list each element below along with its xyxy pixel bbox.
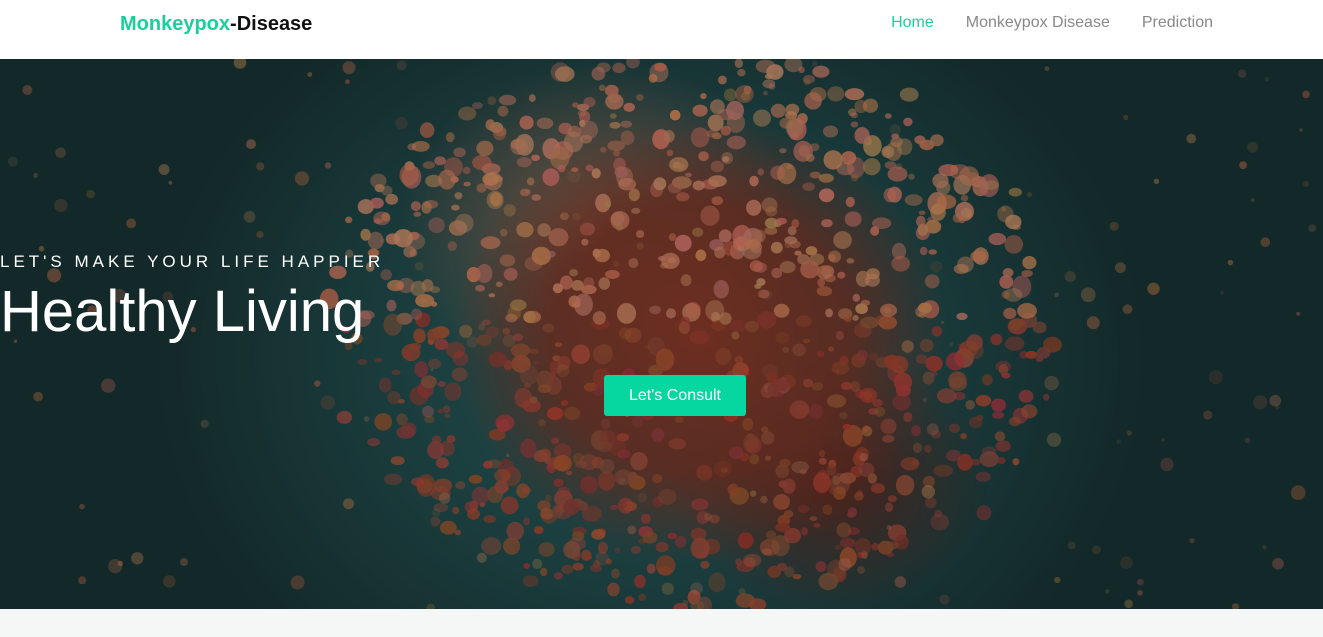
- nav-item-monkeypox-disease[interactable]: Monkeypox Disease: [966, 13, 1110, 33]
- hero-tagline: LET'S MAKE YOUR LIFE HAPPIER: [0, 252, 385, 271]
- hero-headline: Healthy Living: [0, 279, 365, 344]
- hero-section: LET'S MAKE YOUR LIFE HAPPIER Healthy Liv…: [0, 59, 1323, 609]
- nav-item-prediction[interactable]: Prediction: [1142, 13, 1213, 33]
- top-navbar: Monkeypox-Disease Home Monkeypox Disease…: [0, 0, 1323, 59]
- next-section-strip: [0, 609, 1323, 637]
- lets-consult-button[interactable]: Let's Consult: [604, 375, 746, 416]
- brand-name-primary: Monkeypox: [120, 13, 231, 35]
- nav-item-home[interactable]: Home: [891, 13, 934, 33]
- brand-logo[interactable]: Monkeypox-Disease: [120, 12, 312, 36]
- nav-menu: Home Monkeypox Disease Prediction: [891, 13, 1213, 33]
- brand-name-secondary: -Disease: [230, 13, 313, 35]
